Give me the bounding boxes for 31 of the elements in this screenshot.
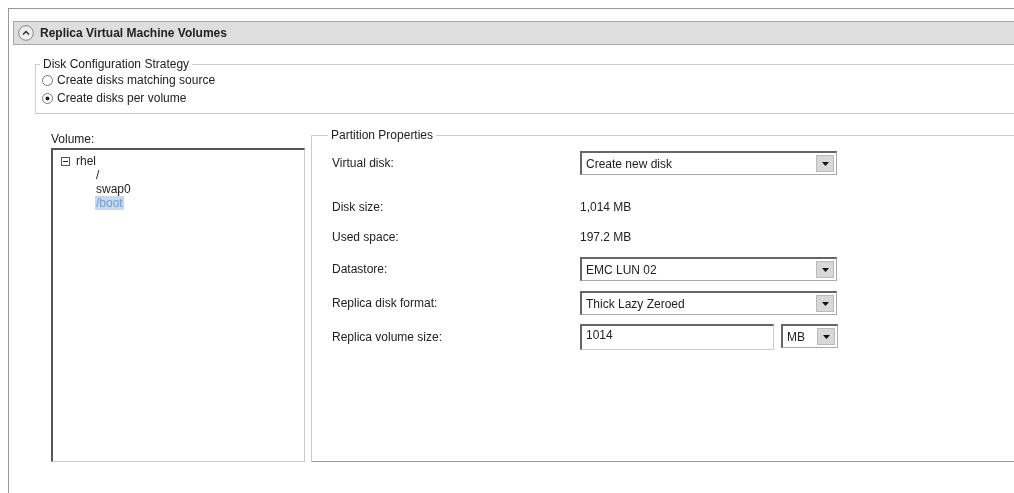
unit-dropdown[interactable]: MB — [781, 324, 838, 348]
tree-item[interactable]: rhel — [75, 154, 97, 168]
dropdown-arrow-icon — [821, 161, 829, 166]
dropdown-arrow-icon — [821, 267, 829, 272]
dropdown-arrow-icon — [821, 301, 829, 306]
radio-label[interactable]: Create disks matching source — [57, 73, 216, 87]
volume-label: Volume: — [51, 132, 95, 146]
field-label: Used space: — [332, 230, 400, 244]
field-label: Datastore: — [332, 262, 389, 276]
tree-item[interactable]: swap0 — [95, 182, 132, 196]
group-legend: Disk Configuration Strategy — [40, 57, 193, 71]
tree-item[interactable]: / — [95, 168, 101, 182]
input-field[interactable]: 1014 — [580, 324, 774, 350]
collapse-icon[interactable] — [18, 25, 34, 41]
radio-button[interactable] — [42, 92, 53, 104]
section-header[interactable]: Replica Virtual Machine Volumes — [13, 21, 1014, 45]
field-value: 1,014 MB — [580, 200, 632, 214]
radio-label[interactable]: Create disks per volume — [57, 91, 187, 105]
field-label: Replica volume size: — [332, 330, 444, 344]
dropdown[interactable]: Create new disk — [580, 151, 837, 175]
field-label: Disk size: — [332, 200, 385, 214]
dropdown[interactable]: Thick Lazy Zeroed — [580, 291, 837, 315]
group-legend: Partition Properties — [328, 128, 437, 142]
dropdown-arrow-icon — [822, 334, 830, 339]
dropdown[interactable]: EMC LUN 02 — [580, 257, 837, 281]
collapse-icon[interactable] — [61, 156, 70, 166]
field-label: Replica disk format: — [332, 296, 439, 310]
field-value: 197.2 MB — [580, 230, 632, 244]
field-label: Virtual disk: — [332, 156, 395, 170]
section-title: Replica Virtual Machine Volumes — [40, 26, 227, 40]
radio-button[interactable] — [42, 74, 53, 86]
